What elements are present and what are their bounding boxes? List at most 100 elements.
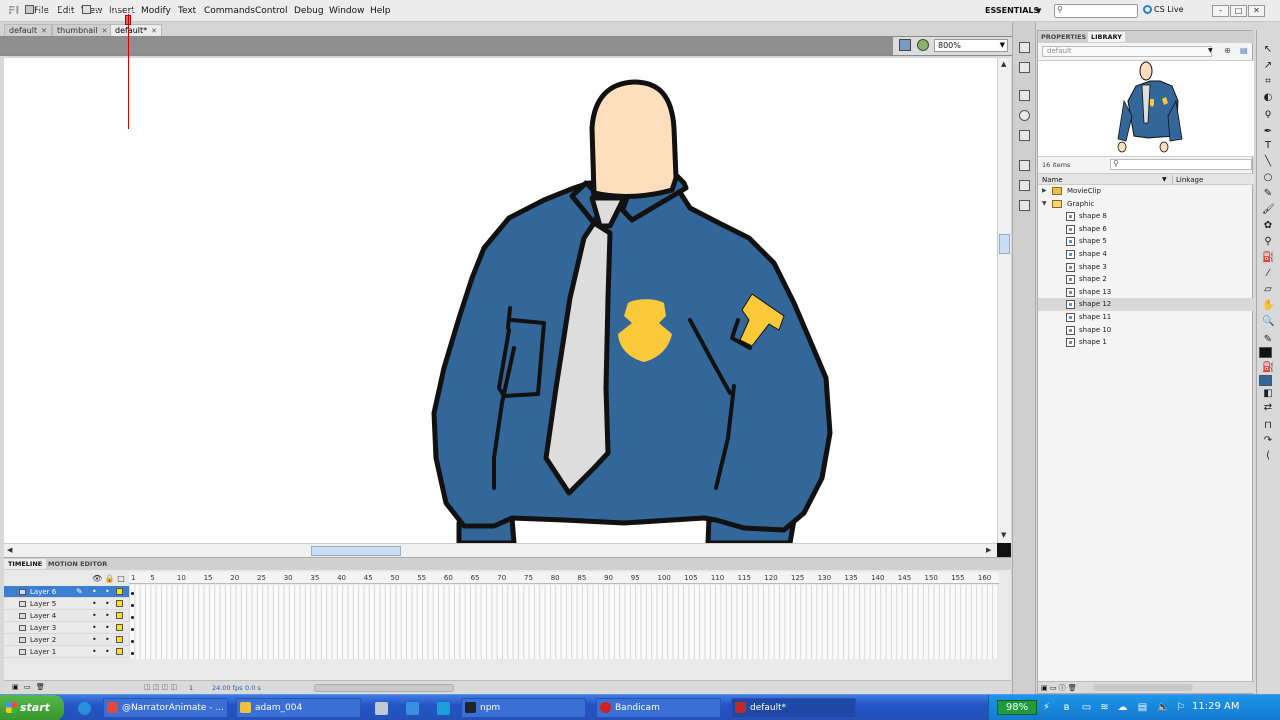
- new-layer-icon[interactable]: ▣: [12, 683, 19, 691]
- workspace-switcher[interactable]: ESSENTIALS: [985, 6, 1039, 15]
- layer-name[interactable]: Layer 5: [30, 598, 56, 610]
- keyframe-dot[interactable]: [131, 604, 134, 607]
- chevron-down-icon[interactable]: ▼: [1208, 47, 1213, 54]
- scroll-left-icon[interactable]: ◀: [7, 546, 12, 554]
- settings-icon[interactable]: ▤: [1137, 702, 1148, 713]
- lock-dot-icon[interactable]: •: [105, 598, 110, 610]
- close-icon[interactable]: ✕: [41, 27, 47, 35]
- library-item[interactable]: shape 6: [1038, 223, 1254, 236]
- layer-row[interactable]: Layer 5 • •: [4, 598, 129, 610]
- scroll-thumb[interactable]: [311, 546, 401, 556]
- swap-colors-icon[interactable]: ⇄: [1262, 402, 1274, 414]
- mail-icon[interactable]: [406, 702, 419, 715]
- lock-dot-icon[interactable]: •: [105, 646, 110, 658]
- clock[interactable]: 11:29 AM: [1192, 701, 1239, 712]
- outline-color-icon[interactable]: [116, 612, 123, 619]
- zoom-tool-icon[interactable]: 🔍: [1262, 316, 1274, 328]
- keyframe-dot[interactable]: [131, 628, 134, 631]
- visibility-dot-icon[interactable]: •: [92, 622, 97, 634]
- layer-name[interactable]: Layer 2: [30, 634, 56, 646]
- keyframe-dot[interactable]: [131, 592, 134, 595]
- transform-icon[interactable]: [1019, 130, 1030, 141]
- deco-tool-icon[interactable]: ✿: [1262, 220, 1274, 232]
- column-linkage[interactable]: Linkage: [1172, 175, 1203, 185]
- edit-scene-icon[interactable]: [917, 39, 929, 51]
- start-button[interactable]: start: [0, 695, 64, 720]
- timeline-scroll-thumb[interactable]: [314, 684, 454, 692]
- 3d-rotation-tool-icon[interactable]: ◐: [1262, 92, 1274, 104]
- layer-name[interactable]: Layer 6: [30, 586, 56, 598]
- pencil-tool-icon[interactable]: ✎: [1262, 188, 1274, 200]
- smooth-icon[interactable]: ↷: [1262, 435, 1274, 447]
- zoom-select[interactable]: 800% ▼: [934, 39, 1008, 52]
- lock-dot-icon[interactable]: •: [105, 634, 110, 646]
- info-icon[interactable]: [1019, 110, 1030, 121]
- fps-display[interactable]: 24.00 fps: [212, 684, 242, 692]
- outline-color-icon[interactable]: [116, 624, 123, 631]
- library-scroll-thumb[interactable]: [1093, 684, 1193, 691]
- paint-bucket-tool-icon[interactable]: ⛽: [1262, 252, 1274, 264]
- expand-arrow-icon[interactable]: ▶: [1042, 185, 1047, 197]
- back-arrow-icon[interactable]: ⇦: [7, 3, 16, 16]
- cloud-icon[interactable]: ☁: [1117, 702, 1128, 713]
- tab-motion-editor[interactable]: MOTION EDITOR: [44, 559, 111, 569]
- tab-properties[interactable]: PROPERTIES: [1038, 32, 1089, 42]
- menu-debug[interactable]: Debug: [294, 6, 324, 16]
- history-icon[interactable]: [1019, 200, 1030, 211]
- outline-color-icon[interactable]: [116, 636, 123, 643]
- taskbar-button-npm[interactable]: npm: [461, 698, 586, 718]
- volume-icon[interactable]: 🔈: [1157, 702, 1169, 713]
- align-icon[interactable]: [1019, 90, 1030, 101]
- new-library-icon[interactable]: ▤: [1240, 46, 1248, 55]
- library-folder-graphic[interactable]: ▼ Graphic: [1038, 198, 1254, 211]
- lock-icon[interactable]: 🔒: [105, 574, 115, 583]
- menu-commands[interactable]: Commands: [204, 6, 255, 16]
- column-name[interactable]: Name: [1042, 175, 1063, 185]
- collapse-arrow-icon[interactable]: ▼: [1042, 198, 1047, 210]
- outline-color-icon[interactable]: [116, 588, 123, 595]
- lock-dot-icon[interactable]: •: [105, 586, 110, 598]
- black-white-icon[interactable]: ◧: [1262, 388, 1274, 400]
- line-tool-icon[interactable]: ╲: [1262, 156, 1274, 168]
- components-icon[interactable]: [1019, 160, 1030, 171]
- cs-live-button[interactable]: CS Live: [1143, 5, 1184, 14]
- selection-tool-icon[interactable]: ↖: [1262, 44, 1274, 56]
- keyframe-dot[interactable]: [131, 652, 134, 655]
- scroll-down-icon[interactable]: ▼: [1001, 531, 1006, 539]
- rectangle-tool-icon[interactable]: ○: [1262, 172, 1274, 184]
- library-document-select[interactable]: default: [1042, 46, 1212, 57]
- layer-row[interactable]: Layer 3 • •: [4, 622, 129, 634]
- layer-row[interactable]: Layer 1 • •: [4, 646, 129, 658]
- new-folder-icon[interactable]: ▭: [24, 683, 31, 691]
- lock-dot-icon[interactable]: •: [105, 622, 110, 634]
- visibility-dot-icon[interactable]: •: [92, 598, 97, 610]
- scroll-up-icon[interactable]: ▲: [1001, 60, 1006, 68]
- keyframe-dot[interactable]: [131, 640, 134, 643]
- onion-skin-icon[interactable]: ◫ ◫ ◫ ◫: [144, 683, 177, 691]
- display-icon[interactable]: ▭: [1081, 702, 1092, 713]
- network-icon[interactable]: ⚐: [1175, 702, 1186, 713]
- eraser-tool-icon[interactable]: ▱: [1262, 284, 1274, 296]
- free-transform-tool-icon[interactable]: ⌗: [1262, 76, 1274, 88]
- library-item[interactable]: shape 11: [1038, 311, 1254, 324]
- taskbar-button-flash[interactable]: default*: [731, 698, 856, 718]
- motion-presets-icon[interactable]: [1019, 180, 1030, 191]
- taskbar-button-chrome[interactable]: @NarratorAnimate - ...: [103, 698, 228, 718]
- timeline-ruler[interactable]: 1 5 10 15 20 25 30 35 40 45 50 55 60 65 70 75 80 85 90 95 10…: [129, 572, 999, 584]
- brush-tool-icon[interactable]: 🖌: [1262, 204, 1275, 216]
- breadcrumb-symbol[interactable]: shape 12: [94, 5, 135, 15]
- doc-tab-default-modified[interactable]: default* ✕: [110, 24, 163, 36]
- menu-modify[interactable]: Modify: [141, 6, 171, 16]
- minimize-button[interactable]: –: [1212, 5, 1229, 17]
- library-search-input[interactable]: ⚲: [1110, 159, 1252, 170]
- menu-text[interactable]: Text: [178, 6, 196, 16]
- library-item[interactable]: shape 10: [1038, 324, 1254, 337]
- layer-row[interactable]: Layer 2 • •: [4, 634, 129, 646]
- layer-row[interactable]: Layer 6 ✎ • •: [4, 586, 129, 598]
- stage-canvas[interactable]: [4, 58, 997, 543]
- scroll-right-icon[interactable]: ▶: [986, 546, 991, 554]
- library-item[interactable]: shape 3: [1038, 261, 1254, 274]
- library-item[interactable]: shape 4: [1038, 248, 1254, 261]
- eyedropper-tool-icon[interactable]: ⁄: [1262, 268, 1274, 280]
- outline-icon[interactable]: □: [117, 574, 125, 583]
